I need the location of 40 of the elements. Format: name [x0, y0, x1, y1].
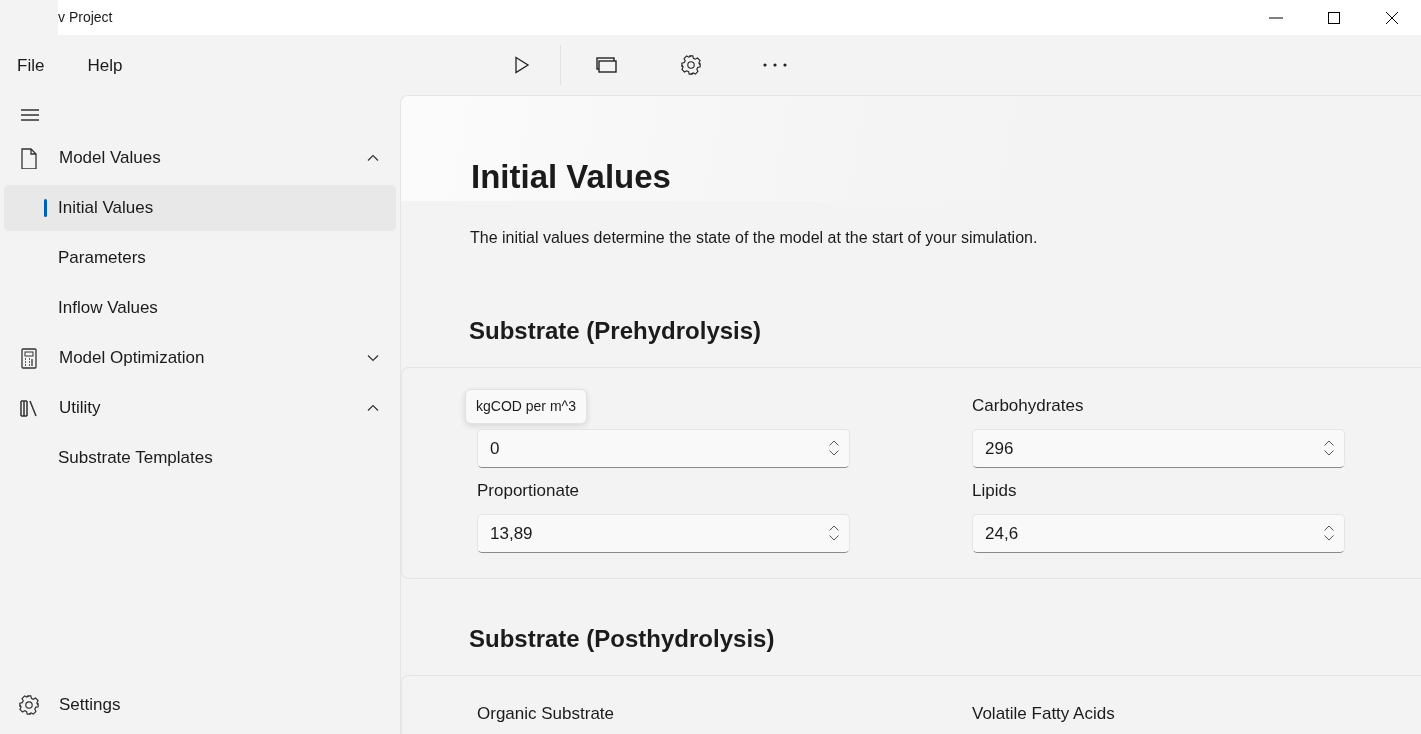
- settings-icon: [680, 54, 702, 76]
- spinner-icon[interactable]: [1323, 439, 1335, 457]
- settings-icon: [18, 694, 40, 716]
- spinner-icon[interactable]: [828, 524, 840, 542]
- field-label: Carbohydrates: [972, 395, 1084, 418]
- field-label: Organic Substrate: [477, 703, 614, 726]
- nav-item[interactable]: Model Optimization: [4, 335, 396, 381]
- nav-item[interactable]: Model Values: [4, 135, 396, 181]
- page-description: The initial values determine the state of the model at the start of your simulation.: [470, 228, 1039, 248]
- play-icon: [514, 56, 530, 74]
- minimize-icon: [1269, 16, 1283, 19]
- calculator-icon: [18, 347, 40, 369]
- page-title: Initial Values: [471, 157, 672, 197]
- number-field[interactable]: 24,6: [972, 514, 1345, 553]
- nav-item[interactable]: Utility: [4, 385, 396, 431]
- menu-item[interactable]: Help: [78, 49, 133, 83]
- windows-icon: [596, 56, 618, 74]
- spinner-icon[interactable]: [828, 439, 840, 457]
- nav-item[interactable]: Substrate Templates: [4, 435, 396, 481]
- window-title: v Project: [58, 8, 113, 27]
- settings-item[interactable]: Settings: [4, 682, 396, 728]
- field-label: Volatile Fatty Acids: [972, 703, 1115, 726]
- document-icon: [18, 147, 40, 169]
- field-label: Proportionate: [477, 480, 580, 503]
- spinner-icon[interactable]: [1323, 524, 1335, 542]
- section-heading: Substrate (Prehydrolysis): [469, 316, 763, 345]
- nav-item[interactable]: Inflow Values: [4, 285, 396, 331]
- books-icon: [18, 397, 40, 419]
- maximize-icon: [1327, 10, 1341, 25]
- number-field[interactable]: 13,89: [477, 514, 850, 553]
- nav-item[interactable]: Parameters: [4, 235, 396, 281]
- close-icon: [1385, 10, 1399, 25]
- nav-item[interactable]: Initial Values: [4, 185, 396, 231]
- tooltip: kgCOD per m^3: [465, 389, 587, 424]
- section-heading: Substrate (Posthydrolysis): [469, 624, 776, 653]
- more-icon: [762, 62, 788, 68]
- number-field[interactable]: 0: [477, 429, 850, 468]
- number-field[interactable]: 296: [972, 429, 1345, 468]
- field-label: Lipids: [972, 480, 1017, 503]
- menu-item[interactable]: File: [8, 49, 55, 83]
